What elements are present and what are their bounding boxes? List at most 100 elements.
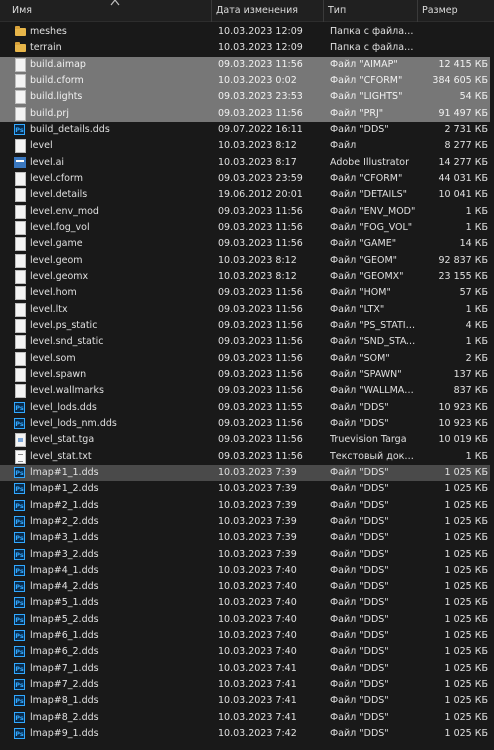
file-row[interactable]: level_stat.txt 09.03.2023 11:56 Текстовый … <box>0 449 494 465</box>
file-row[interactable]: Ps level_lods.dds 09.03.2023 11:55 Файл "DD… <box>0 400 494 416</box>
file-type: Файл "GEOM" <box>330 254 398 266</box>
file-row[interactable]: level_stat.tga 09.03.2023 11:56 Truevision… <box>0 432 494 448</box>
photoshop-icon: Ps <box>14 711 25 723</box>
file-row[interactable]: level.cform 09.03.2023 23:59 Файл "CFORM" 4… <box>0 171 494 187</box>
file-row[interactable]: Ps lmap#8_2.dds 10.03.2023 7:41 Файл "DDS" 1… <box>0 710 494 726</box>
column-header-size[interactable]: Размер <box>418 0 494 22</box>
file-row[interactable]: level.som 09.03.2023 11:56 Файл "SOM" 2 КБ <box>0 351 494 367</box>
file-row[interactable]: build.aimap 09.03.2023 11:56 Файл "AIMAP" 1… <box>0 56 494 73</box>
file-row[interactable]: level.wallmarks 09.03.2023 11:56 Файл "WAL… <box>0 383 494 399</box>
photoshop-icon: Ps <box>14 581 25 593</box>
file-row[interactable]: build.prj 09.03.2023 11:56 Файл "PRJ" 91 49… <box>0 105 494 122</box>
file-row[interactable]: Ps lmap#7_2.dds 10.03.2023 7:41 Файл "DDS" 1… <box>0 677 494 693</box>
file-icon <box>14 171 27 186</box>
file-name: level.snd_static <box>30 336 104 348</box>
file-name: lmap#8_1.dds <box>30 695 99 707</box>
file-name: lmap#8_2.dds <box>30 711 99 723</box>
file-name: level_stat.tga <box>30 434 95 446</box>
photoshop-icon: Ps <box>14 466 25 478</box>
file-row[interactable]: Ps lmap#1_1.dds 10.03.2023 7:39 Файл "DDS" 1… <box>0 464 494 482</box>
file-type: Файл "DDS" <box>330 711 389 723</box>
file-size: 1 025 КБ <box>444 532 488 544</box>
file-row[interactable]: level.env_mod 09.03.2023 11:56 Файл "ENV_M… <box>0 204 494 220</box>
file-row[interactable]: level.ps_static 09.03.2023 11:56 Файл "PS_… <box>0 318 494 334</box>
file-row[interactable]: terrain 10.03.2023 12:09 Папка с файлами <box>0 40 494 56</box>
file-type: Файл "DDS" <box>330 581 389 593</box>
file-row[interactable]: level.fog_vol 09.03.2023 11:56 Файл "FOG_V… <box>0 220 494 236</box>
file-type: Файл "DDS" <box>330 417 389 429</box>
photoshop-icon: Ps <box>14 401 25 413</box>
file-date: 10.03.2023 7:41 <box>218 711 297 723</box>
file-type: Файл "FOG_VOL" <box>330 221 413 233</box>
file-type: Файл "DETAILS" <box>330 189 408 201</box>
column-header-type[interactable]: Тип <box>324 0 418 22</box>
file-size: 1 КБ <box>465 221 488 233</box>
photoshop-icon: Ps <box>14 662 25 674</box>
file-name: terrain <box>30 42 62 54</box>
file-row[interactable]: level.hom 09.03.2023 11:56 Файл "HOM" 57 КБ <box>0 285 494 301</box>
file-size: 1 025 КБ <box>444 728 488 740</box>
file-date: 09.03.2023 11:56 <box>218 107 303 119</box>
file-row[interactable]: level.spawn 09.03.2023 11:56 Файл "SPAWN" 1… <box>0 367 494 383</box>
file-row[interactable]: level.snd_static 09.03.2023 11:56 Файл "SN… <box>0 334 494 350</box>
file-size: 137 КБ <box>453 368 488 380</box>
file-row[interactable]: level.ltx 09.03.2023 11:56 Файл "LTX" 1 КБ <box>0 302 494 318</box>
file-row[interactable]: Ps lmap#5_1.dds 10.03.2023 7:40 Файл "DDS" 1… <box>0 595 494 611</box>
file-icon <box>14 220 27 235</box>
file-row[interactable]: Ps lmap#4_1.dds 10.03.2023 7:40 Файл "DDS" 1… <box>0 563 494 579</box>
scrollbar[interactable] <box>490 24 494 750</box>
photoshop-icon: Ps <box>14 515 25 527</box>
file-row[interactable]: Ps lmap#3_1.dds 10.03.2023 7:39 Файл "DDS" 1… <box>0 530 494 546</box>
file-row[interactable]: build.lights 09.03.2023 23:53 Файл "LIGHTS… <box>0 89 494 106</box>
file-type: Файл "GAME" <box>330 238 397 250</box>
file-row[interactable]: meshes 10.03.2023 12:09 Папка с файлами <box>0 24 494 40</box>
file-name: level.hom <box>30 287 77 299</box>
file-size: 12 415 КБ <box>438 58 488 70</box>
file-row[interactable]: Ps lmap#3_2.dds 10.03.2023 7:39 Файл "DDS" 1… <box>0 547 494 563</box>
file-icon <box>14 269 27 284</box>
file-type: Файл <box>330 140 357 152</box>
file-row[interactable]: level.geom 10.03.2023 8:12 Файл "GEOM" 92 8… <box>0 253 494 269</box>
file-row[interactable]: Ps lmap#6_2.dds 10.03.2023 7:40 Файл "DDS" 1… <box>0 644 494 660</box>
file-icon <box>14 351 27 366</box>
file-row[interactable]: Ps lmap#4_2.dds 10.03.2023 7:40 Файл "DDS" 1… <box>0 579 494 595</box>
file-type: Truevision Targa <box>330 434 407 446</box>
file-row[interactable]: level 10.03.2023 8:12 Файл 8 277 КБ <box>0 138 494 154</box>
file-row[interactable]: Ps lmap#2_2.dds 10.03.2023 7:39 Файл "DDS" 1… <box>0 514 494 530</box>
file-size: 1 025 КБ <box>444 597 488 609</box>
column-header-name-label: Имя <box>12 5 32 16</box>
file-row[interactable]: level.geomx 10.03.2023 8:12 Файл "GEOMX" 23… <box>0 269 494 285</box>
file-name: build.cform <box>30 74 84 86</box>
file-row[interactable]: Ps lmap#7_1.dds 10.03.2023 7:41 Файл "DDS" 1… <box>0 661 494 677</box>
file-row[interactable]: Ps lmap#5_2.dds 10.03.2023 7:40 Файл "DDS" 1… <box>0 612 494 628</box>
file-date: 10.03.2023 7:41 <box>218 695 297 707</box>
file-date: 09.03.2023 11:56 <box>218 58 303 70</box>
file-date: 09.03.2023 11:55 <box>218 401 303 413</box>
file-type: Файл "DDS" <box>330 499 389 511</box>
file-name: build_details.dds <box>30 123 110 135</box>
file-row[interactable]: Ps lmap#9_1.dds 10.03.2023 7:42 Файл "DDS" 1… <box>0 726 494 742</box>
file-size: 10 041 КБ <box>438 189 488 201</box>
file-row[interactable]: Ps lmap#1_2.dds 10.03.2023 7:39 Файл "DDS" 1… <box>0 481 494 497</box>
file-row[interactable]: Ps lmap#2_1.dds 10.03.2023 7:39 Файл "DDS" 1… <box>0 498 494 514</box>
file-row[interactable]: Ps lmap#6_1.dds 10.03.2023 7:40 Файл "DDS" 1… <box>0 628 494 644</box>
file-name: lmap#7_2.dds <box>30 679 99 691</box>
file-row[interactable]: Ps build_details.dds 09.07.2022 16:11 Файл … <box>0 122 494 138</box>
file-name: level.ai <box>30 156 65 168</box>
file-name: lmap#4_2.dds <box>30 581 99 593</box>
file-row[interactable]: Ps level_lods_nm.dds 09.03.2023 11:56 Файл … <box>0 416 494 432</box>
column-header-date[interactable]: Дата изменения <box>212 0 324 22</box>
file-row[interactable]: level.details 19.06.2012 20:01 Файл "DETAI… <box>0 187 494 203</box>
column-header-name[interactable]: Имя <box>8 0 212 22</box>
column-header-date-label: Дата изменения <box>216 5 299 16</box>
file-row[interactable]: Ps lmap#8_1.dds 10.03.2023 7:41 Файл "DDS" 1… <box>0 693 494 709</box>
file-icon <box>14 139 27 154</box>
file-type: Текстовый докум... <box>330 450 416 462</box>
file-size <box>420 40 488 56</box>
file-date: 10.03.2023 12:09 <box>218 26 303 37</box>
file-row[interactable]: build.cform 10.03.2023 0:02 Файл "CFORM" 38… <box>0 72 494 90</box>
file-row[interactable]: level.game 09.03.2023 11:56 Файл "GAME" 14 … <box>0 236 494 252</box>
file-size: 1 025 КБ <box>444 646 488 658</box>
file-row[interactable]: level.ai 10.03.2023 8:17 Adobe Illustrator… <box>0 155 494 171</box>
file-date: 10.03.2023 7:40 <box>218 613 297 625</box>
